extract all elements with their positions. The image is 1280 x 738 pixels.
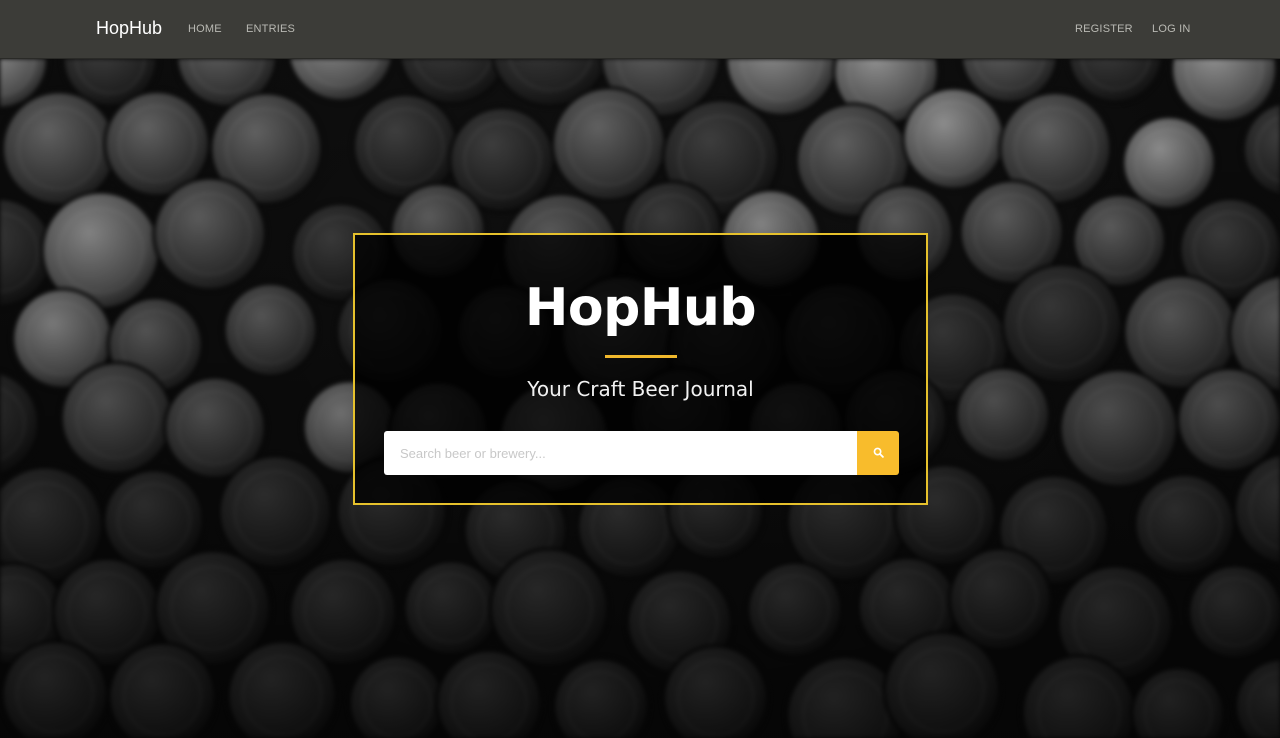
nav-link-home[interactable]: HOME	[188, 22, 222, 36]
nav-link-login[interactable]: LOG IN	[1152, 22, 1191, 36]
search-button[interactable]	[857, 431, 899, 475]
nav-link-register[interactable]: REGISTER	[1075, 22, 1133, 36]
hero-title: HopHub	[524, 278, 757, 338]
top-navbar: HopHub HOME ENTRIES REGISTER LOG IN	[0, 0, 1280, 59]
hero-subtitle: Your Craft Beer Journal	[527, 377, 754, 401]
brand-logo-link[interactable]: HopHub	[96, 17, 162, 39]
search-input[interactable]	[384, 431, 858, 475]
search-icon	[873, 446, 884, 461]
hero-panel: HopHub Your Craft Beer Journal	[353, 233, 928, 505]
title-divider	[605, 355, 677, 358]
nav-link-entries[interactable]: ENTRIES	[246, 22, 295, 36]
